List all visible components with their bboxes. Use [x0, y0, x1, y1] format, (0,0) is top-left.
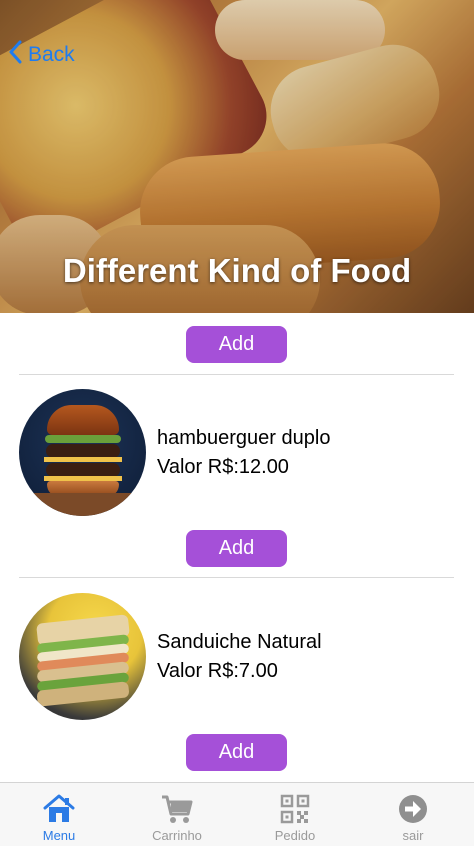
tab-sair[interactable]: sair — [354, 783, 472, 846]
tab-label: Menu — [42, 828, 76, 843]
qr-code-icon — [277, 791, 313, 827]
item-name: hambuerguer duplo — [157, 427, 331, 449]
item-image-sandwich — [19, 593, 146, 720]
hero-banner: Back Different Kind of Food — [0, 0, 474, 313]
add-button[interactable]: Add — [186, 530, 287, 567]
tab-label: sair — [402, 828, 424, 843]
tab-label: Carrinho — [152, 828, 202, 843]
item-price: Valor R$:7.00 — [157, 660, 278, 682]
tab-bar: Menu Carrinho Pedido sair — [0, 782, 474, 846]
item-price: Valor R$:12.00 — [157, 456, 289, 478]
home-icon — [41, 791, 77, 827]
tab-label: Pedido — [274, 828, 316, 843]
cart-icon — [159, 791, 195, 827]
add-button[interactable]: Add — [186, 326, 287, 363]
page-title: Different Kind of Food — [62, 252, 412, 289]
item-image-burger — [19, 389, 146, 516]
arrow-right-circle-icon — [395, 791, 431, 827]
tab-pedido[interactable]: Pedido — [236, 783, 354, 846]
tab-carrinho[interactable]: Carrinho — [118, 783, 236, 846]
divider — [19, 577, 454, 578]
back-button[interactable]: Back — [8, 40, 75, 70]
tab-menu[interactable]: Menu — [0, 783, 118, 846]
add-button[interactable]: Add — [186, 734, 287, 771]
chevron-left-icon — [8, 40, 22, 70]
item-name: Sanduiche Natural — [157, 631, 322, 653]
divider — [19, 374, 454, 375]
back-label: Back — [28, 43, 75, 66]
